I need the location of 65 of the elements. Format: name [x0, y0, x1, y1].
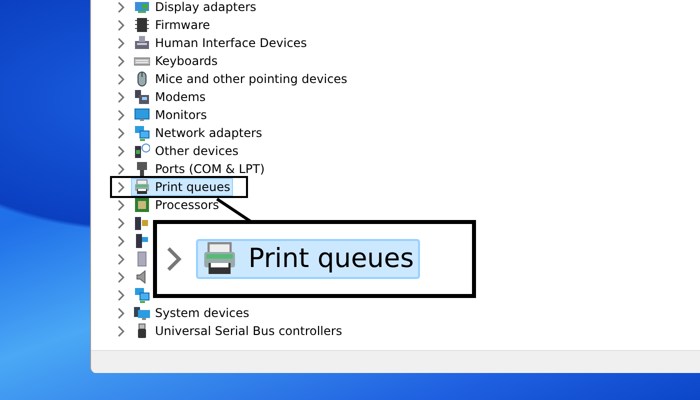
device-icon: [134, 287, 150, 303]
tree-item[interactable]: Display adapters: [131, 0, 260, 16]
device-icon: [134, 89, 150, 105]
device-icon: [134, 305, 150, 321]
device-category-label: Other devices: [155, 145, 239, 157]
chevron-icon[interactable]: [117, 144, 125, 158]
tree-item[interactable]: Monitors: [131, 106, 210, 124]
device-category-label: Network adapters: [155, 127, 262, 139]
device-icon: [134, 143, 150, 159]
tree-item[interactable]: Human Interface Devices: [131, 34, 310, 52]
device-category-label: Display adapters: [155, 1, 256, 13]
device-icon: [134, 233, 150, 249]
chevron-icon[interactable]: [117, 54, 125, 68]
device-icon: [134, 0, 150, 15]
chevron-icon[interactable]: [117, 126, 125, 140]
device-category-label: System devices: [155, 307, 250, 319]
tree-item[interactable]: Ports (COM & LPT): [131, 160, 268, 178]
tree-item[interactable]: Firmware: [131, 16, 213, 34]
device-category-label: Human Interface Devices: [155, 37, 307, 49]
tree-item[interactable]: Other devices: [131, 142, 242, 160]
device-category-label: Keyboards: [155, 55, 218, 67]
device-category-label: Ports (COM & LPT): [155, 163, 265, 175]
device-category-label: Mice and other pointing devices: [155, 73, 348, 85]
chevron-icon[interactable]: [117, 198, 125, 212]
device-category-label: Universal Serial Bus controllers: [155, 325, 342, 337]
tree-item[interactable]: System devices: [131, 304, 252, 322]
tree-item[interactable]: Modems: [131, 88, 209, 106]
tree-item[interactable]: Processors: [131, 196, 222, 214]
chevron-icon[interactable]: [117, 234, 125, 248]
chevron-icon[interactable]: [117, 72, 125, 86]
chevron-icon[interactable]: [117, 36, 125, 50]
device-icon: [134, 35, 150, 51]
chevron-icon[interactable]: [117, 324, 125, 338]
chevron-icon[interactable]: [165, 244, 183, 274]
chevron-icon[interactable]: [117, 18, 125, 32]
chevron-icon[interactable]: [117, 180, 125, 194]
device-icon: [134, 215, 150, 231]
device-icon: [134, 107, 150, 123]
device-icon: [134, 125, 150, 141]
device-category-label: Print queues: [248, 246, 414, 272]
device-icon: [134, 17, 150, 33]
chevron-icon[interactable]: [117, 252, 125, 266]
tree-item[interactable]: Print queues: [131, 178, 234, 196]
chevron-icon[interactable]: [117, 288, 125, 302]
tree-item[interactable]: Universal Serial Bus controllers: [131, 322, 346, 340]
device-category-label: Firmware: [155, 19, 210, 31]
device-category-label: Monitors: [155, 109, 207, 121]
chevron-icon[interactable]: [117, 108, 125, 122]
tree-item[interactable]: Keyboards: [131, 52, 221, 70]
chevron-icon[interactable]: [117, 0, 125, 14]
chevron-icon[interactable]: [117, 162, 125, 176]
device-icon: [202, 241, 238, 277]
tree-item[interactable]: Print queues: [196, 239, 420, 279]
chevron-icon[interactable]: [117, 216, 125, 230]
device-category-label: Processors: [155, 199, 220, 211]
chevron-icon[interactable]: [117, 90, 125, 104]
tree-item[interactable]: Mice and other pointing devices: [131, 70, 350, 88]
device-icon: [134, 197, 150, 213]
chevron-icon[interactable]: [117, 270, 125, 284]
device-category-label: Modems: [155, 91, 206, 103]
chevron-icon[interactable]: [117, 306, 125, 320]
device-icon: [134, 179, 150, 195]
tree-item[interactable]: Network adapters: [131, 124, 266, 142]
device-category-label: Print queues: [155, 181, 230, 193]
device-icon: [134, 161, 150, 177]
